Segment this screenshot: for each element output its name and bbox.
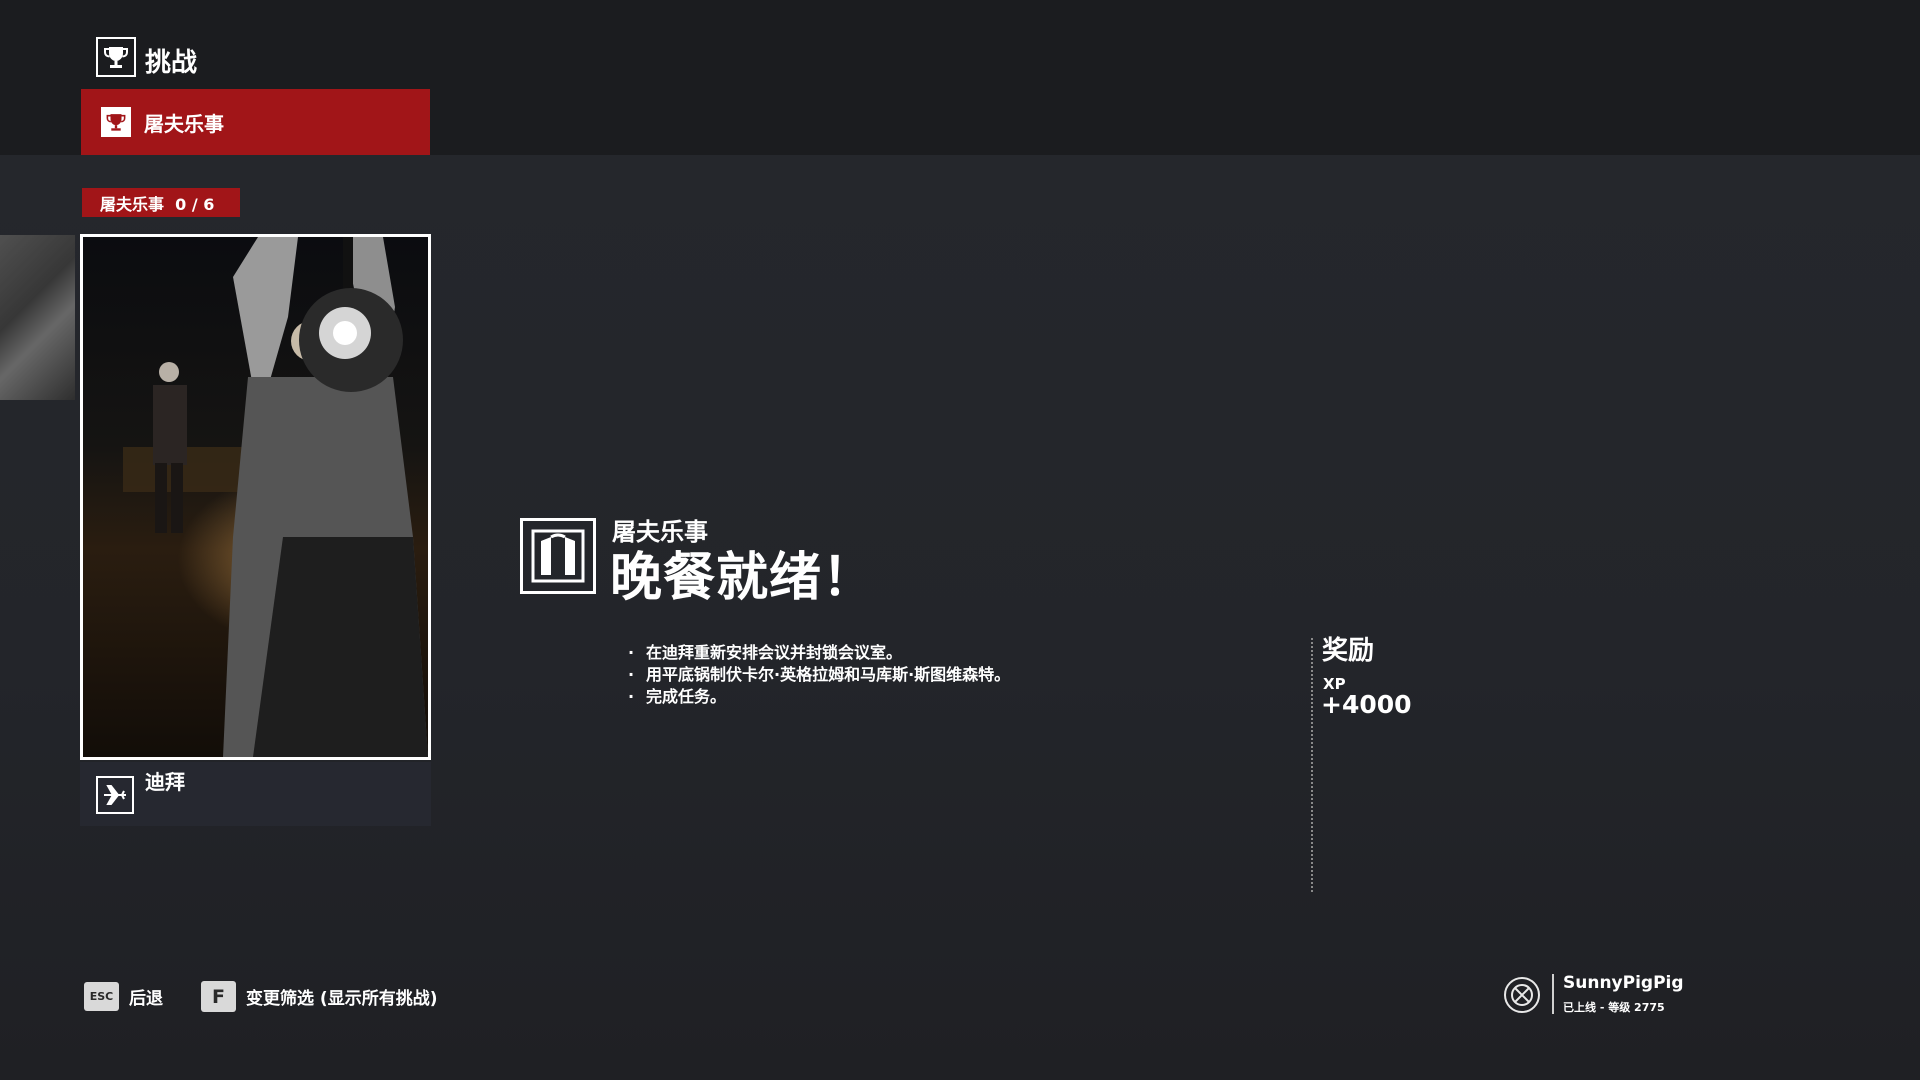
back-hint: 后退 <box>129 989 163 1009</box>
gate-icon <box>520 518 596 594</box>
esc-key-button[interactable]: ESC <box>84 982 119 1011</box>
reward-title: 奖励 <box>1322 636 1375 666</box>
tab-label: 屠夫乐事 <box>144 112 224 136</box>
emblem-icon <box>1504 977 1540 1013</box>
location-name: 迪拜 <box>145 770 185 794</box>
objective-list: 在迪拜重新安排会议并封锁会议室。 用平底锅制伏卡尔·英格拉姆和马库斯·斯图维森特… <box>628 642 1010 708</box>
challenge-title: 晚餐就绪！ <box>610 548 876 608</box>
objective-item: 完成任务。 <box>628 686 1010 708</box>
trophy-icon <box>101 107 131 137</box>
reward-divider <box>1311 638 1313 892</box>
filter-hint: 变更筛选 (显示所有挑战) <box>246 989 438 1009</box>
f-key-button[interactable]: F <box>201 981 236 1012</box>
user-status: 已上线 - 等级 2775 <box>1563 1001 1665 1014</box>
airplane-icon <box>96 776 134 814</box>
tab-category-butcher[interactable]: 屠夫乐事 <box>81 89 430 155</box>
previous-challenge-card[interactable] <box>0 235 75 400</box>
objective-item: 在迪拜重新安排会议并封锁会议室。 <box>628 642 1010 664</box>
card-shade <box>0 235 75 400</box>
trophy-icon <box>96 37 136 77</box>
user-name: SunnyPigPig <box>1563 973 1684 993</box>
progress-badge: 屠夫乐事 0 / 6 <box>82 188 240 217</box>
reward-value: +4000 <box>1321 690 1412 719</box>
challenge-card[interactable] <box>80 234 431 760</box>
section-title: 挑战 <box>145 48 198 78</box>
objective-item: 用平底锅制伏卡尔·英格拉姆和马库斯·斯图维森特。 <box>628 664 1010 686</box>
location-bar[interactable]: 迪拜 <box>80 762 431 826</box>
user-separator <box>1552 974 1554 1014</box>
challenge-image <box>83 237 428 757</box>
